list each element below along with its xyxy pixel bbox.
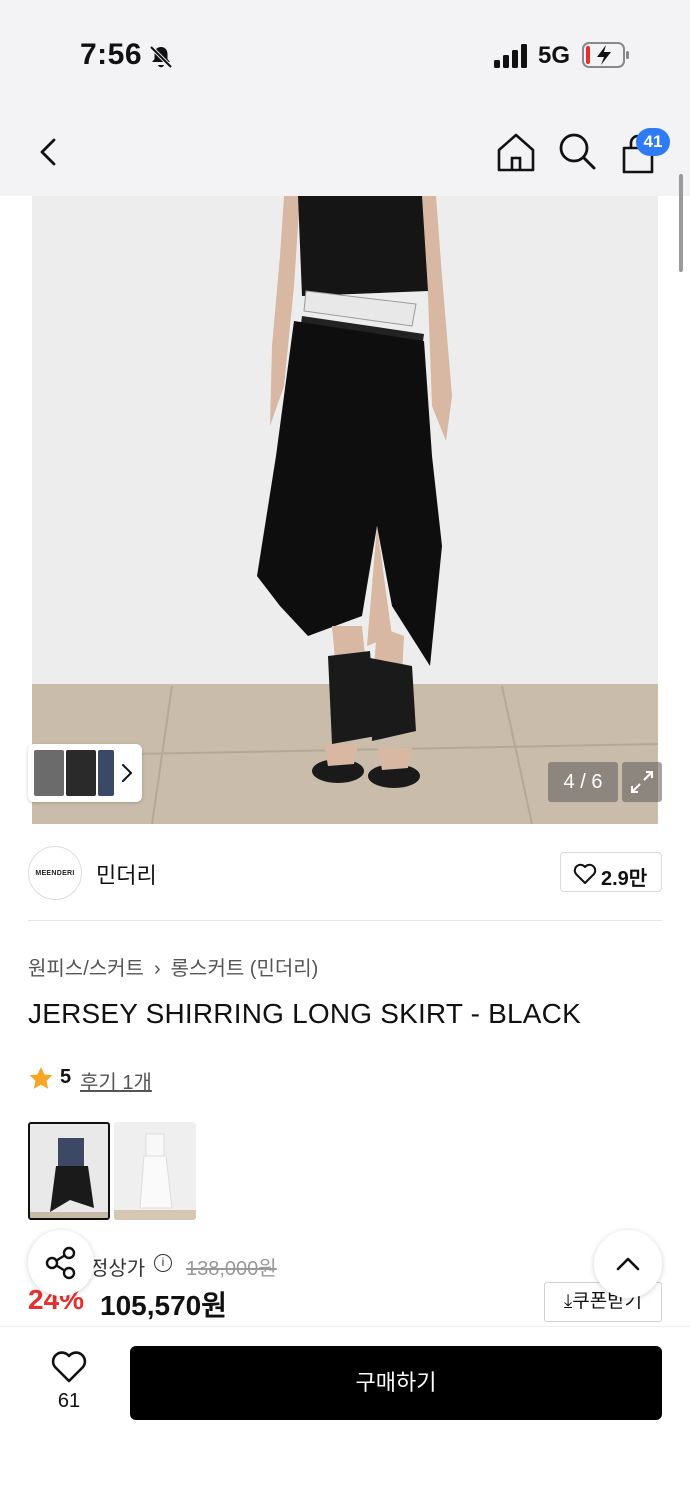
signal-icon: [494, 44, 527, 68]
original-price: 138,000원: [186, 1258, 277, 1280]
brand-like-count: 2.9만: [601, 868, 648, 890]
gallery-page-indicator: 4 / 6: [548, 762, 618, 802]
price-label: 정상가: [90, 1258, 146, 1280]
battery-charging-icon: [582, 42, 629, 68]
breadcrumb-category[interactable]: 원피스/스커트: [28, 958, 144, 980]
like-count: 61: [57, 1390, 81, 1412]
status-bar: 7:56 5G: [0, 0, 690, 110]
product-image-gallery[interactable]: [32, 196, 658, 824]
review-link[interactable]: 후기 1개: [80, 1066, 152, 1095]
gallery-thumb[interactable]: [34, 750, 64, 796]
gallery-thumb[interactable]: [98, 750, 114, 796]
navigation-bar: 41: [0, 110, 690, 196]
expand-image-button[interactable]: [622, 762, 662, 802]
brand-like-button[interactable]: 2.9만: [560, 852, 662, 892]
breadcrumb: 원피스/스커트 › 롱스커트 (민더리): [28, 952, 318, 981]
status-time: 7:56: [80, 38, 143, 71]
info-icon[interactable]: i: [154, 1254, 172, 1272]
chevron-right-icon: ›: [153, 958, 161, 980]
rating-score: 5: [60, 1066, 72, 1088]
star-icon: [29, 1067, 53, 1089]
download-icon: ⤓: [563, 1291, 573, 1312]
color-variant-option[interactable]: [28, 1122, 110, 1220]
gallery-thumb[interactable]: [66, 750, 96, 796]
search-icon[interactable]: [556, 130, 598, 172]
chevron-up-icon: [616, 1257, 640, 1271]
brand-name[interactable]: 민더리: [96, 858, 157, 890]
home-icon[interactable]: [494, 130, 538, 174]
color-variant-option[interactable]: [114, 1122, 196, 1220]
product-title: JERSEY SHIRRING LONG SKIRT - BLACK: [28, 998, 581, 1029]
network-type: 5G: [538, 42, 571, 69]
bell-off-icon: [149, 45, 173, 69]
share-icon: [45, 1246, 76, 1280]
scrollbar[interactable]: [679, 174, 683, 272]
heart-icon[interactable]: [50, 1350, 88, 1384]
buy-button[interactable]: 구매하기: [130, 1346, 662, 1420]
chevron-right-icon: [122, 764, 132, 782]
expand-icon: [631, 771, 653, 793]
gallery-thumbnail-strip[interactable]: [28, 744, 142, 802]
breadcrumb-subcategory[interactable]: 롱스커트 (민더리): [171, 958, 319, 980]
cart-count-badge: 41: [636, 128, 670, 156]
brand-logo[interactable]: MEENDERI: [28, 846, 82, 900]
original-price-row: 정상가 i 138,000원: [28, 1250, 668, 1280]
sale-price: 105,570원: [100, 1290, 227, 1321]
divider: [28, 920, 662, 921]
scroll-to-top-button[interactable]: [594, 1230, 662, 1298]
heart-icon: [573, 863, 597, 884]
back-chevron-icon[interactable]: [30, 132, 70, 172]
product-photo: [32, 196, 658, 824]
share-button[interactable]: [28, 1230, 94, 1296]
